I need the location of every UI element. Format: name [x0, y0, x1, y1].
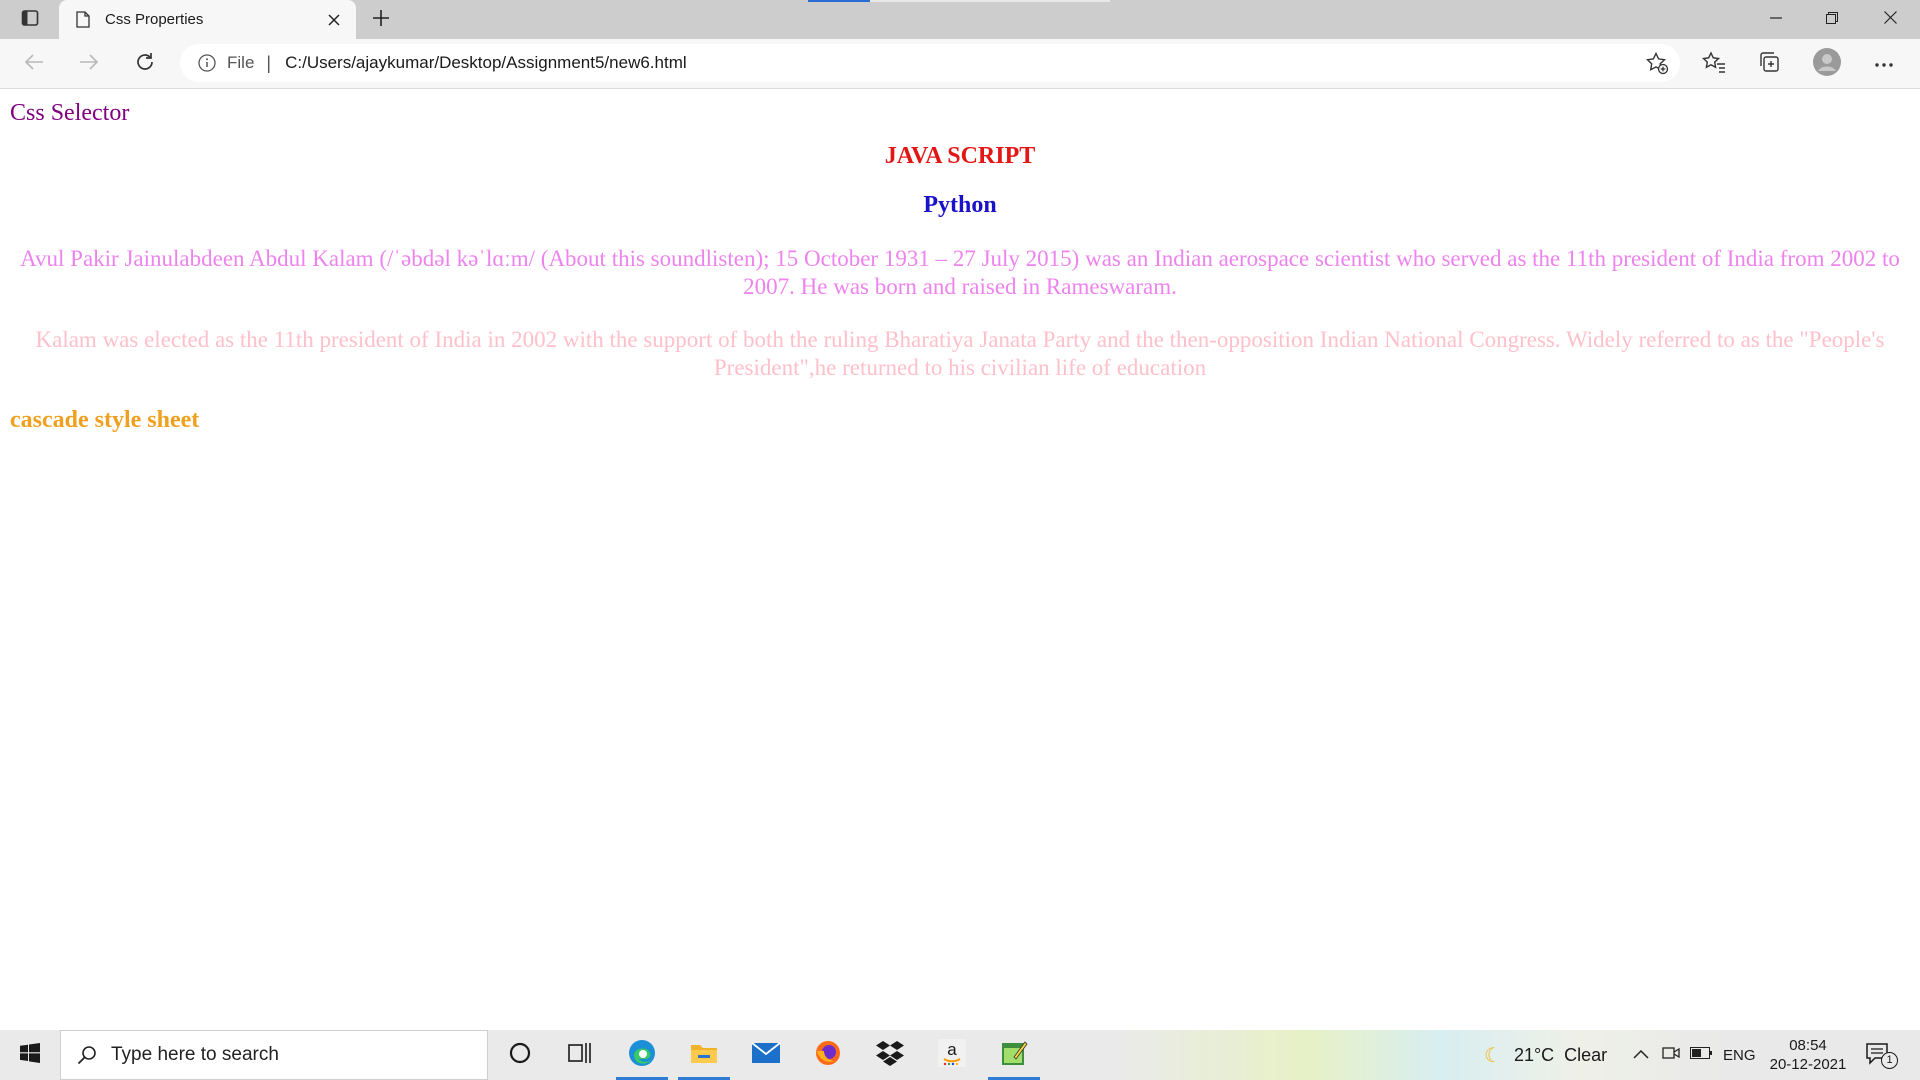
refresh-icon: [134, 51, 156, 78]
loading-indicator-track: [870, 0, 1110, 2]
firefox-taskbar-button[interactable]: [798, 1030, 858, 1080]
edge-taskbar-button[interactable]: [612, 1030, 672, 1080]
browser-tab[interactable]: Css Properties: [59, 0, 356, 39]
clock-time: 08:54: [1789, 1037, 1827, 1054]
file-scheme-label: File: [227, 53, 255, 72]
weather-widget[interactable]: ☾ 21°C Clear: [1484, 1030, 1607, 1080]
plus-icon: [372, 9, 390, 32]
more-horizontal-icon: [1874, 55, 1894, 73]
forward-button[interactable]: [72, 47, 106, 81]
firefox-icon: [814, 1039, 842, 1072]
collections-button[interactable]: [1752, 47, 1786, 81]
java-script-heading: JAVA SCRIPT: [884, 143, 1036, 169]
profile-avatar-icon: [1813, 47, 1841, 81]
cascade-style-sheet-heading: cascade style sheet: [10, 407, 200, 433]
forward-arrow-icon: [79, 53, 99, 76]
weather-text: 21°C Clear: [1513, 1044, 1608, 1065]
close-tab-icon[interactable]: [320, 6, 348, 34]
edge-icon: [627, 1038, 657, 1073]
collections-icon: [1758, 51, 1780, 78]
start-button[interactable]: [0, 1030, 60, 1080]
restore-icon: [1826, 11, 1838, 29]
cortana-button[interactable]: [490, 1030, 550, 1080]
taskbar-search[interactable]: [60, 1030, 488, 1080]
minimize-icon: [1770, 11, 1782, 29]
tab-actions-icon: [21, 9, 39, 32]
restore-button[interactable]: [1804, 0, 1860, 39]
mail-icon: [751, 1041, 781, 1069]
minimize-button[interactable]: [1748, 0, 1804, 39]
page-icon: [73, 10, 93, 30]
amazon-icon: a: [938, 1038, 966, 1072]
clock-date: 20-12-2021: [1769, 1056, 1847, 1073]
profile-button[interactable]: [1810, 47, 1844, 81]
dropbox-taskbar-button[interactable]: [860, 1030, 920, 1080]
mail-taskbar-button[interactable]: [736, 1030, 796, 1080]
file-explorer-taskbar-button[interactable]: [674, 1030, 734, 1080]
system-clock[interactable]: 08:54 20-12-2021: [1764, 1036, 1852, 1074]
info-icon[interactable]: [197, 53, 217, 73]
windows-taskbar: a ☾ 21°C Clear ENG 08:54 20-12-2021 1: [0, 1030, 1920, 1080]
tab-strip: Css Properties: [0, 0, 1920, 39]
chevron-up-icon: [1633, 1046, 1649, 1064]
notepad-app-icon: [1000, 1039, 1028, 1072]
moon-icon: ☾: [1484, 1044, 1502, 1067]
camera-icon: [1662, 1044, 1680, 1067]
back-arrow-icon: [24, 53, 44, 76]
search-input[interactable]: [109, 1043, 473, 1067]
amazon-taskbar-button[interactable]: a: [922, 1030, 982, 1080]
address-separator: |: [266, 52, 272, 73]
notification-count-badge: 1: [1881, 1052, 1898, 1069]
search-icon: [75, 1043, 99, 1067]
battery-button[interactable]: [1688, 1042, 1714, 1068]
web-page-content: Css Selector JAVA SCRIPT Python Avul Pak…: [0, 89, 1920, 1030]
task-view-icon: [568, 1042, 592, 1069]
address-bar[interactable]: File | C:/Users/ajaykumar/Desktop/Assign…: [180, 44, 1680, 82]
svg-text:a: a: [947, 1040, 957, 1059]
favorites-icon: [1701, 50, 1726, 78]
cortana-icon: [509, 1042, 531, 1069]
input-language[interactable]: ENG: [1723, 1030, 1756, 1080]
file-explorer-icon: [690, 1041, 718, 1070]
browser-toolbar: File | C:/Users/ajaykumar/Desktop/Assign…: [0, 39, 1920, 89]
notepad-taskbar-button[interactable]: [984, 1030, 1044, 1080]
settings-menu-button[interactable]: [1867, 47, 1901, 81]
add-favorite-icon[interactable]: [1640, 46, 1674, 80]
task-view-button[interactable]: [550, 1030, 610, 1080]
refresh-button[interactable]: [128, 47, 162, 81]
close-icon: [1883, 10, 1897, 29]
url-text[interactable]: C:/Users/ajaykumar/Desktop/Assignment5/n…: [285, 53, 1640, 73]
notification-center-button[interactable]: 1: [1864, 1040, 1898, 1070]
tab-title: Css Properties: [105, 11, 204, 28]
favorites-button[interactable]: [1697, 47, 1731, 81]
dropbox-icon: [875, 1040, 905, 1071]
meet-now-button[interactable]: [1658, 1042, 1684, 1068]
show-hidden-icons-button[interactable]: [1628, 1042, 1654, 1068]
close-window-button[interactable]: [1862, 0, 1918, 39]
tab-actions-button[interactable]: [14, 6, 46, 34]
back-button[interactable]: [17, 47, 51, 81]
kalam-presidency-paragraph: Kalam was elected as the 11th president …: [35, 327, 1885, 380]
loading-indicator: [808, 0, 870, 2]
new-tab-button[interactable]: [366, 5, 396, 35]
python-heading: Python: [923, 192, 997, 218]
windows-logo-icon: [20, 1042, 40, 1068]
kalam-intro-paragraph: Avul Pakir Jainulabdeen Abdul Kalam (/ˈə…: [20, 246, 1900, 299]
battery-icon: [1690, 1046, 1712, 1064]
css-selector-text: Css Selector: [10, 100, 130, 126]
